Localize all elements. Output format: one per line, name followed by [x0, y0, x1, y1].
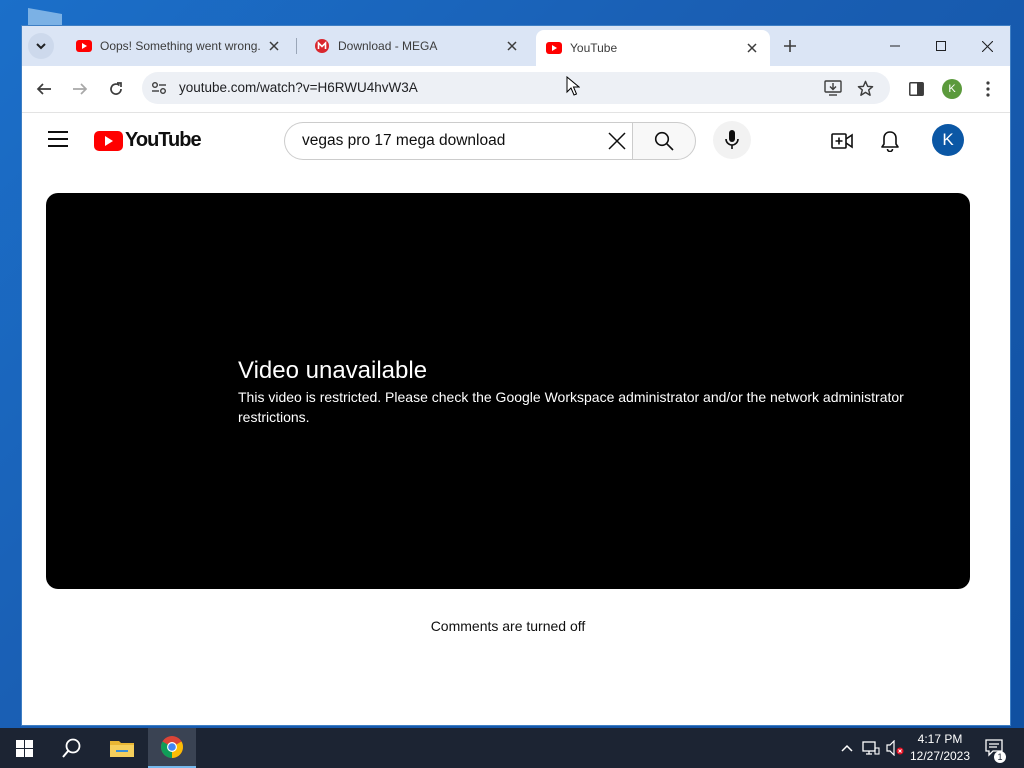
- minimize-button[interactable]: [872, 26, 918, 66]
- close-icon: [981, 40, 993, 52]
- new-tab-button[interactable]: [778, 34, 802, 58]
- search-box[interactable]: [284, 122, 633, 160]
- close-icon[interactable]: [266, 38, 282, 54]
- youtube-play-icon: [94, 130, 123, 151]
- install-app-icon[interactable]: [824, 79, 842, 97]
- mega-favicon-icon: [314, 38, 330, 54]
- side-panel-icon: [908, 82, 924, 96]
- search-input[interactable]: [300, 130, 594, 152]
- error-title: Video unavailable: [238, 357, 428, 384]
- arrow-right-icon: [73, 83, 88, 95]
- minimize-icon: [890, 45, 900, 47]
- plus-icon: [784, 40, 796, 52]
- start-button[interactable]: [0, 728, 48, 768]
- tab-mega[interactable]: Download - MEGA: [300, 26, 530, 66]
- clear-search-button[interactable]: [606, 130, 628, 152]
- chevron-down-icon: [36, 43, 46, 50]
- search-icon: [62, 738, 81, 758]
- notifications-button[interactable]: [878, 129, 902, 153]
- tab-youtube[interactable]: YouTube: [536, 30, 770, 66]
- chrome-menu-button[interactable]: [976, 77, 1000, 101]
- clock-time: 4:17 PM: [917, 732, 963, 746]
- menu-icon[interactable]: [48, 131, 68, 149]
- maximize-button[interactable]: [918, 26, 964, 66]
- close-icon[interactable]: [504, 38, 520, 54]
- microphone-icon: [725, 130, 739, 149]
- url-text[interactable]: youtube.com/watch?v=H6RWU4hvW3A: [179, 80, 418, 95]
- bookmark-star-icon[interactable]: [856, 79, 874, 97]
- profile-avatar[interactable]: K: [942, 79, 962, 99]
- youtube-favicon-icon: [546, 40, 562, 56]
- system-clock[interactable]: 4:17 PM 12/27/2023: [905, 731, 975, 765]
- site-settings-icon[interactable]: [151, 80, 167, 96]
- youtube-logo-text: YouTube: [125, 129, 202, 151]
- more-vertical-icon: [986, 81, 990, 97]
- tab-oops[interactable]: Oops! Something went wrong.: [62, 26, 292, 66]
- close-window-button[interactable]: [964, 26, 1010, 66]
- windows-logo-icon: [15, 739, 33, 757]
- voice-search-button[interactable]: [713, 121, 751, 159]
- folder-icon: [110, 741, 134, 757]
- volume-muted-icon[interactable]: [886, 739, 904, 757]
- network-icon[interactable]: [862, 739, 880, 757]
- tab-title: Download - MEGA: [338, 39, 438, 53]
- taskbar-search-button[interactable]: [48, 728, 96, 768]
- chrome-icon: [161, 736, 183, 758]
- error-description: This video is restricted. Please check t…: [238, 389, 904, 425]
- address-bar[interactable]: youtube.com/watch?v=H6RWU4hvW3A: [142, 72, 890, 104]
- tab-title: Oops! Something went wrong.: [100, 39, 261, 53]
- taskbar-file-explorer[interactable]: [98, 728, 146, 768]
- back-button[interactable]: [32, 77, 56, 101]
- reload-button[interactable]: [104, 77, 128, 101]
- taskbar-chrome[interactable]: [148, 728, 196, 768]
- video-player[interactable]: Video unavailable This video is restrict…: [46, 193, 970, 589]
- close-icon[interactable]: [744, 40, 760, 56]
- notification-badge: 1: [994, 751, 1006, 763]
- arrow-left-icon: [36, 83, 51, 95]
- tab-separator: [296, 38, 297, 54]
- browser-window: Oops! Something went wrong. Download - M…: [22, 26, 1010, 725]
- close-icon: [608, 132, 626, 150]
- youtube-logo[interactable]: YouTube: [94, 129, 202, 152]
- video-plus-icon: [831, 133, 853, 149]
- browser-toolbar: youtube.com/watch?v=H6RWU4hvW3A K: [22, 66, 1010, 113]
- tab-search-button[interactable]: [28, 33, 54, 59]
- tab-title: YouTube: [570, 41, 618, 55]
- reload-icon: [110, 82, 122, 95]
- show-hidden-icons-button[interactable]: [838, 739, 856, 757]
- youtube-favicon-icon: [76, 38, 92, 54]
- clock-date: 12/27/2023: [909, 749, 971, 763]
- youtube-page: YouTube K Video unavailable This video i…: [22, 113, 1010, 725]
- account-avatar[interactable]: K: [932, 124, 964, 156]
- taskbar: 4:17 PM 12/27/2023 1: [0, 728, 1024, 768]
- bell-icon: [881, 131, 899, 152]
- tab-strip: Oops! Something went wrong. Download - M…: [22, 26, 1010, 66]
- search-button[interactable]: [632, 122, 696, 160]
- maximize-icon: [936, 41, 946, 51]
- desktop-icon[interactable]: [28, 8, 62, 28]
- side-panel-button[interactable]: [904, 77, 928, 101]
- chevron-up-icon: [841, 744, 853, 752]
- mouse-cursor-icon: [566, 76, 580, 96]
- comments-status: Comments are turned off: [430, 618, 586, 634]
- forward-button[interactable]: [68, 77, 92, 101]
- search-icon: [654, 131, 674, 151]
- create-button[interactable]: [830, 129, 854, 153]
